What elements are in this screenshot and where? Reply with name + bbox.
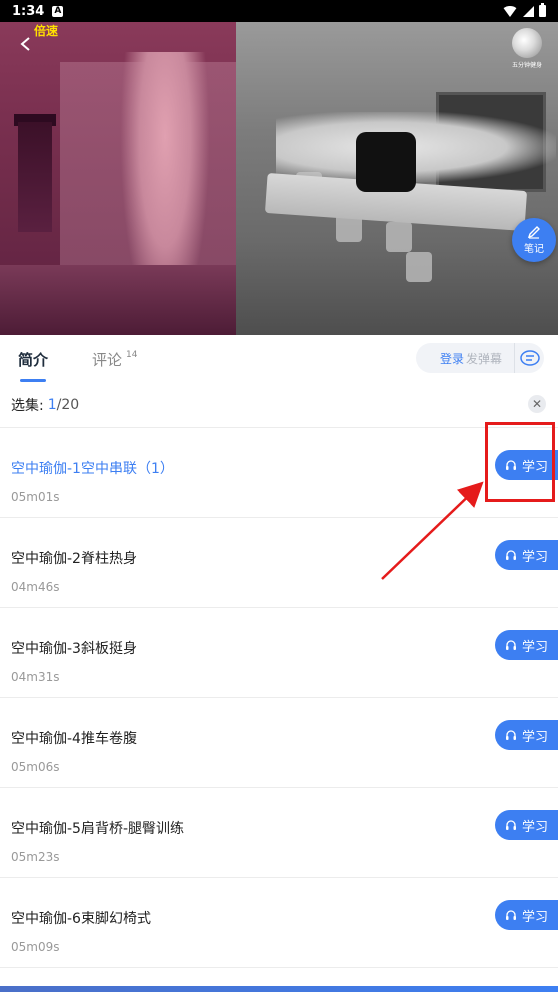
episode-title: 空中瑜伽-6束脚幻椅式 bbox=[11, 911, 151, 927]
episode-current: 1 bbox=[47, 397, 57, 413]
study-button[interactable]: 学习 bbox=[495, 720, 558, 750]
episode-title: 空中瑜伽-3斜板挺身 bbox=[11, 641, 137, 657]
headphones-icon bbox=[505, 550, 516, 560]
headphones-icon bbox=[505, 730, 516, 740]
episode-duration: 04m46s bbox=[11, 580, 60, 594]
tab-intro[interactable]: 简介 bbox=[18, 349, 49, 382]
episode-selector: 选集: 1/20 ✕ bbox=[0, 390, 558, 420]
danmu-input[interactable]: 登录 发弹幕 bbox=[416, 343, 544, 373]
list-item[interactable]: 空中瑜伽-5肩背桥-腿臀训练 05m23s 学习 bbox=[0, 788, 558, 878]
headphones-icon bbox=[505, 910, 516, 920]
study-button-label: 学习 bbox=[521, 549, 548, 565]
signal-icon bbox=[523, 5, 534, 17]
pen-icon bbox=[527, 226, 540, 239]
close-icon[interactable]: ✕ bbox=[528, 395, 546, 413]
study-button[interactable]: 学习 bbox=[495, 630, 558, 660]
back-arrow-icon[interactable] bbox=[18, 36, 34, 52]
wifi-icon bbox=[502, 5, 518, 17]
battery-icon bbox=[539, 3, 546, 17]
bottom-bar bbox=[0, 986, 558, 992]
study-button-label: 学习 bbox=[521, 819, 548, 835]
annotation-highlight-box bbox=[485, 422, 555, 502]
episode-duration: 05m06s bbox=[11, 760, 60, 774]
study-button-label: 学习 bbox=[521, 729, 548, 745]
episode-title: 空中瑜伽-1空中串联（1） bbox=[11, 461, 174, 477]
notes-label: 笔记 bbox=[524, 244, 544, 255]
study-button-label: 学习 bbox=[521, 639, 548, 655]
episode-title: 空中瑜伽-5肩背桥-腿臀训练 bbox=[11, 821, 185, 837]
list-item[interactable]: 空中瑜伽-1空中串联（1） 05m01s 学习 bbox=[0, 428, 558, 518]
danmu-toggle-icon bbox=[519, 350, 540, 366]
study-button[interactable]: 学习 bbox=[495, 540, 558, 570]
brand-logo: 五分钟健身 bbox=[508, 28, 546, 74]
episode-select-label: 选集: bbox=[11, 398, 44, 414]
comment-count: 14 bbox=[126, 349, 138, 360]
episode-duration: 04m31s bbox=[11, 670, 60, 684]
status-icons bbox=[502, 3, 546, 17]
tab-comments[interactable]: 评论 14 bbox=[92, 349, 137, 370]
study-button[interactable]: 学习 bbox=[495, 810, 558, 840]
episode-list: 空中瑜伽-1空中串联（1） 05m01s 学习 空中瑜伽-2脊柱热身 04m46… bbox=[0, 428, 558, 968]
video-speed-label: 倍速 bbox=[34, 24, 59, 38]
headphones-icon bbox=[505, 640, 516, 650]
logo-emblem-icon bbox=[512, 28, 542, 58]
study-button-label: 学习 bbox=[521, 909, 548, 925]
content-tabs: 简介 评论 14 登录 发弹幕 bbox=[0, 335, 558, 383]
status-time: 1:34 bbox=[12, 3, 45, 19]
status-bar: 1:34 A bbox=[0, 0, 558, 22]
logo-text: 五分钟健身 bbox=[511, 62, 542, 69]
tab-comments-label: 评论 bbox=[92, 350, 123, 369]
danmu-toggle[interactable] bbox=[514, 343, 544, 373]
list-item[interactable]: 空中瑜伽-4推车卷腹 05m06s 学习 bbox=[0, 698, 558, 788]
send-danmu-placeholder: 发弹幕 bbox=[466, 351, 503, 366]
study-button[interactable]: 学习 bbox=[495, 900, 558, 930]
episode-title: 空中瑜伽-2脊柱热身 bbox=[11, 551, 137, 567]
list-item[interactable]: 空中瑜伽-2脊柱热身 04m46s 学习 bbox=[0, 518, 558, 608]
list-item[interactable]: 空中瑜伽-6束脚幻椅式 05m09s 学习 bbox=[0, 878, 558, 968]
notification-icon: A bbox=[52, 5, 64, 17]
tab-intro-label: 简介 bbox=[18, 350, 49, 369]
list-item[interactable]: 空中瑜伽-3斜板挺身 04m31s 学习 bbox=[0, 608, 558, 698]
headphones-icon bbox=[505, 820, 516, 830]
episode-duration: 05m01s bbox=[11, 490, 60, 504]
episode-title: 空中瑜伽-4推车卷腹 bbox=[11, 731, 137, 747]
episode-duration: 05m09s bbox=[11, 940, 60, 954]
notes-button[interactable]: 笔记 bbox=[512, 218, 556, 262]
episode-duration: 05m23s bbox=[11, 850, 60, 864]
episode-total: /20 bbox=[56, 397, 80, 413]
login-link[interactable]: 登录 bbox=[440, 350, 464, 367]
video-player[interactable]: 倍速 五分钟健身 笔记 bbox=[0, 22, 558, 335]
